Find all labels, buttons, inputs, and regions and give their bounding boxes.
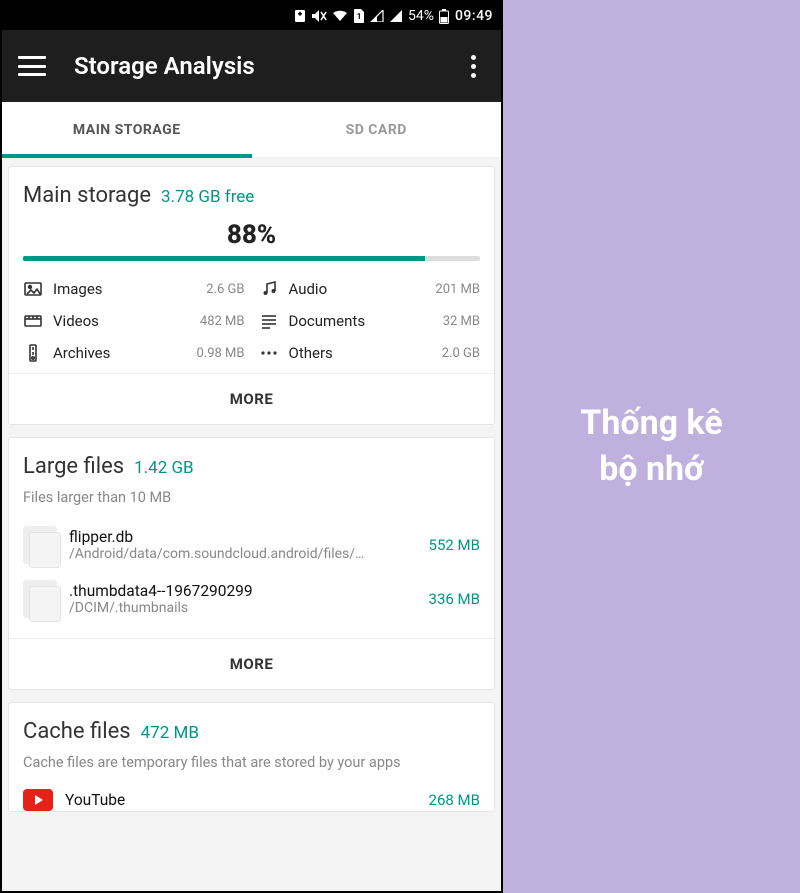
- card-main-storage: Main storage 3.78 GB free 88% Images2.6 …: [8, 166, 495, 425]
- category-label: Others: [289, 344, 442, 362]
- app-name: YouTube: [65, 791, 417, 809]
- signal-icon-2: [389, 10, 403, 22]
- card-cache-files: Cache files 472 MB Cache files are tempo…: [8, 702, 495, 812]
- others-icon: [259, 343, 279, 363]
- category-size: 0.98 MB: [196, 346, 244, 361]
- video-icon: [23, 311, 43, 331]
- battery-percent: 54%: [408, 8, 434, 24]
- usage-percent: 88%: [23, 220, 480, 250]
- document-icon: [259, 311, 279, 331]
- clock: 09:49: [455, 8, 493, 24]
- large-files-total: 1.42 GB: [134, 458, 194, 478]
- card-large-files: Large files 1.42 GB Files larger than 10…: [8, 437, 495, 690]
- sim-icon: 1: [353, 9, 365, 23]
- side-caption: Thống kêbộ nhớ: [580, 401, 722, 493]
- category-size: 2.0 GB: [442, 346, 480, 361]
- large-files-list: flipper.db/Android/data/com.soundcloud.a…: [23, 520, 480, 628]
- category-label: Audio: [289, 280, 436, 298]
- file-path: /DCIM/.thumbnails: [69, 600, 417, 616]
- category-archives[interactable]: Archives0.98 MB: [23, 343, 245, 363]
- category-label: Archives: [53, 344, 196, 362]
- more-button-main[interactable]: MORE: [23, 374, 480, 424]
- category-grid: Images2.6 GB Audio201 MB Videos482 MB Docum…: [23, 279, 480, 363]
- usage-progress-fill: [23, 256, 425, 261]
- youtube-icon: [23, 789, 53, 811]
- file-name: flipper.db: [69, 528, 417, 546]
- category-videos[interactable]: Videos482 MB: [23, 311, 245, 331]
- signal-icon-1: [370, 10, 384, 22]
- svg-text:1: 1: [357, 12, 362, 21]
- file-size: 552 MB: [429, 536, 480, 554]
- usage-progress-bar: [23, 256, 480, 261]
- side-panel: Thống kêbộ nhớ: [503, 0, 800, 893]
- more-button-large[interactable]: MORE: [23, 639, 480, 689]
- main-storage-title: Main storage: [23, 183, 151, 208]
- category-label: Documents: [289, 312, 443, 330]
- file-meta: flipper.db/Android/data/com.soundcloud.a…: [69, 528, 417, 562]
- cache-files-title: Cache files: [23, 719, 131, 744]
- battery-icon: [439, 9, 449, 24]
- category-size: 482 MB: [200, 314, 245, 329]
- main-storage-free: 3.78 GB free: [161, 187, 254, 207]
- battery-saver-icon: [294, 9, 306, 23]
- file-icon: [23, 580, 57, 618]
- file-name: .thumbdata4--1967290299: [69, 582, 417, 600]
- category-documents[interactable]: Documents32 MB: [259, 311, 481, 331]
- category-audio[interactable]: Audio201 MB: [259, 279, 481, 299]
- storage-tabs: MAIN STORAGE SD CARD: [2, 102, 501, 158]
- audio-icon: [259, 279, 279, 299]
- scroll-content[interactable]: Main storage 3.78 GB free 88% Images2.6 …: [2, 158, 501, 891]
- category-label: Images: [53, 280, 206, 298]
- image-icon: [23, 279, 43, 299]
- file-row[interactable]: .thumbdata4--1967290299/DCIM/.thumbnails…: [23, 574, 480, 628]
- menu-icon[interactable]: [18, 56, 46, 76]
- category-label: Videos: [53, 312, 200, 330]
- app-size: 268 MB: [429, 791, 480, 809]
- archive-icon: [23, 343, 43, 363]
- status-icons: 1 54%: [294, 8, 449, 24]
- tab-main-storage[interactable]: MAIN STORAGE: [2, 102, 252, 157]
- category-size: 201 MB: [435, 282, 480, 297]
- tab-sd-card[interactable]: SD CARD: [252, 102, 502, 157]
- file-size: 336 MB: [429, 590, 480, 608]
- mute-icon: [311, 9, 327, 23]
- file-meta: .thumbdata4--1967290299/DCIM/.thumbnails: [69, 582, 417, 616]
- large-files-note: Files larger than 10 MB: [23, 489, 480, 506]
- cache-files-total: 472 MB: [141, 723, 199, 743]
- file-path: /Android/data/com.soundcloud.android/fil…: [69, 546, 417, 562]
- phone-frame: 1 54% 09:49 Storage Analysis MAIN STORAG…: [0, 0, 503, 893]
- category-others[interactable]: Others2.0 GB: [259, 343, 481, 363]
- cache-app-row[interactable]: YouTube 268 MB: [23, 785, 480, 811]
- large-files-title: Large files: [23, 454, 124, 479]
- category-size: 2.6 GB: [206, 282, 244, 297]
- overflow-menu-icon[interactable]: [461, 55, 485, 78]
- android-status-bar: 1 54% 09:49: [2, 2, 501, 30]
- category-size: 32 MB: [443, 314, 480, 329]
- file-icon: [23, 526, 57, 564]
- file-row[interactable]: flipper.db/Android/data/com.soundcloud.a…: [23, 520, 480, 574]
- cache-apps-list: YouTube 268 MB: [23, 785, 480, 811]
- app-bar: Storage Analysis: [2, 30, 501, 102]
- category-images[interactable]: Images2.6 GB: [23, 279, 245, 299]
- wifi-icon: [332, 10, 348, 22]
- page-title: Storage Analysis: [74, 52, 461, 80]
- cache-files-note: Cache files are temporary files that are…: [23, 754, 480, 771]
